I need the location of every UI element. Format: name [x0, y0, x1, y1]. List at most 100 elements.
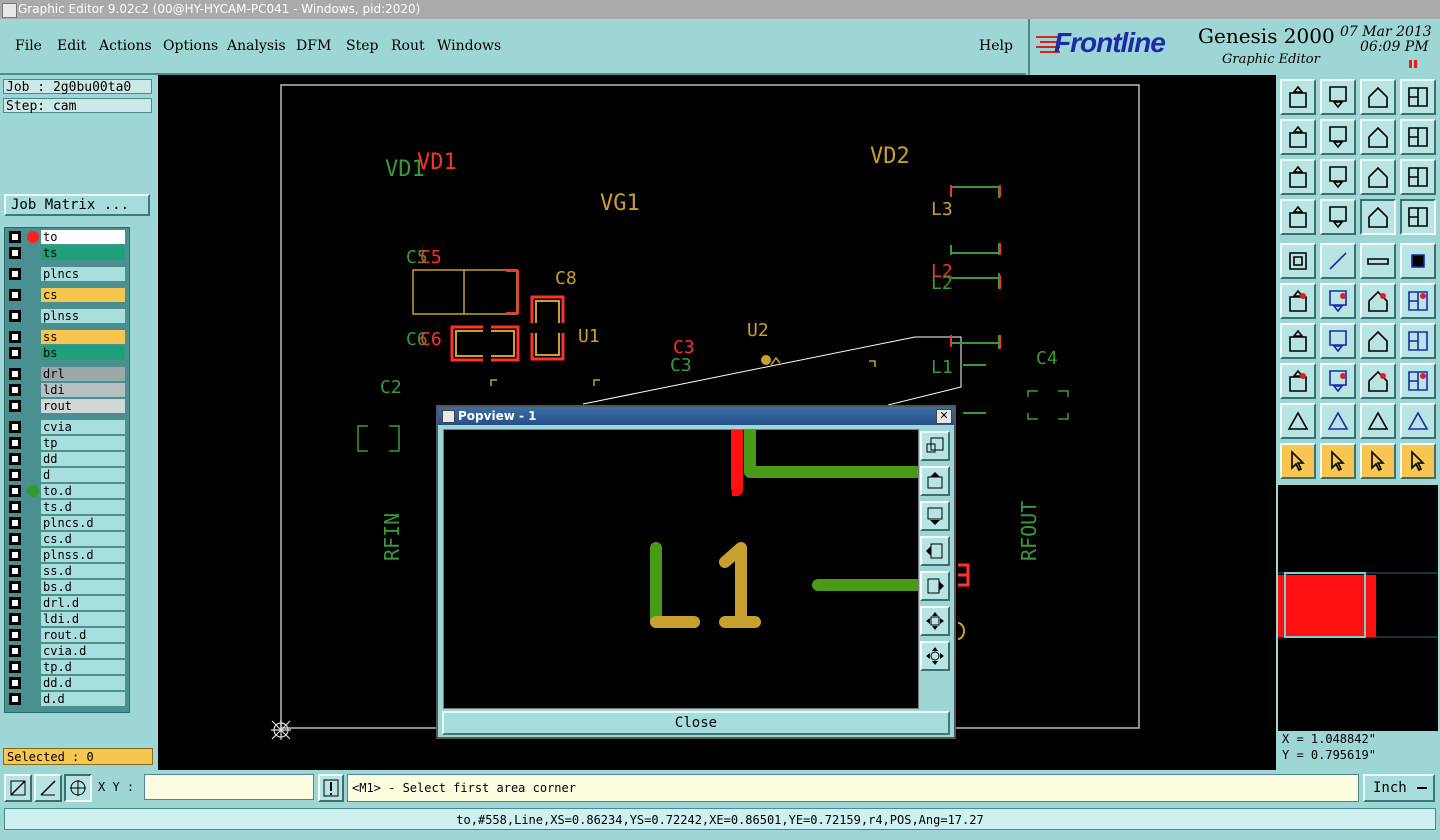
menu-file[interactable]: File: [15, 38, 42, 54]
draw-arc-tool-button[interactable]: [1320, 323, 1356, 359]
layer-checkbox[interactable]: [9, 645, 21, 657]
alert-button[interactable]: [318, 774, 344, 802]
layer-row-dd[interactable]: dd: [7, 452, 125, 466]
layer-row-bs-d[interactable]: bs.d: [7, 580, 125, 594]
layer-name[interactable]: ss.d: [41, 564, 125, 578]
layer-name[interactable]: to: [41, 230, 125, 244]
triangle-tool-button[interactable]: [1280, 403, 1316, 439]
pop-pan-left-button[interactable]: [920, 536, 950, 566]
layer-checkbox[interactable]: [9, 485, 21, 497]
settings-tool-button[interactable]: [1280, 199, 1316, 235]
layer-toggle-alt-tool-button[interactable]: [1400, 199, 1436, 235]
layer-row-ldi-d[interactable]: ldi.d: [7, 612, 125, 626]
layer-row-bs[interactable]: bs: [7, 346, 125, 360]
layer-checkbox[interactable]: [9, 400, 21, 412]
pop-pan-down-button[interactable]: [920, 501, 950, 531]
layer-checkbox[interactable]: [9, 469, 21, 481]
layer-checkbox[interactable]: [9, 347, 21, 359]
measure-tool-button[interactable]: [1360, 363, 1396, 399]
xy-input[interactable]: [144, 774, 314, 800]
layer-row-tp-d[interactable]: tp.d: [7, 660, 125, 674]
menu-windows[interactable]: Windows: [437, 38, 501, 54]
move-tool-button[interactable]: [1360, 283, 1396, 319]
angle-tool-button[interactable]: [1280, 323, 1316, 359]
slice-tool-button[interactable]: [1320, 363, 1356, 399]
layer-checkbox[interactable]: [9, 613, 21, 625]
undo-view-tool-button[interactable]: [1360, 119, 1396, 155]
layer-name[interactable]: ss: [41, 330, 125, 344]
layer-name[interactable]: tp: [41, 436, 125, 450]
layer-checkbox[interactable]: [9, 693, 21, 705]
layer-checkbox[interactable]: [9, 437, 21, 449]
layer-checkbox[interactable]: [9, 331, 21, 343]
menu-rout[interactable]: Rout: [391, 38, 425, 54]
layer-checkbox[interactable]: [9, 368, 21, 380]
pan-down-tool-button[interactable]: [1320, 79, 1356, 115]
layer-row-dd-d[interactable]: dd.d: [7, 676, 125, 690]
layer-row-cvia[interactable]: cvia: [7, 420, 125, 434]
layer-checkbox[interactable]: [9, 268, 21, 280]
layer-row-drl[interactable]: drl: [7, 367, 125, 381]
layer-name[interactable]: cs.d: [41, 532, 125, 546]
zoom-in-tool-button[interactable]: [1280, 159, 1316, 195]
pause-icon[interactable]: [1408, 59, 1418, 69]
help-tool-button[interactable]: [1400, 159, 1436, 195]
layer-name[interactable]: drl.d: [41, 596, 125, 610]
layer-row-cs-d[interactable]: cs.d: [7, 532, 125, 546]
overview-map[interactable]: [1278, 485, 1438, 765]
layer-checkbox[interactable]: [9, 231, 21, 243]
layer-checkbox[interactable]: [9, 565, 21, 577]
pointer-box-tool-button[interactable]: [1320, 443, 1356, 479]
layer-row-tp[interactable]: tp: [7, 436, 125, 450]
layer-row-cs[interactable]: cs: [7, 288, 125, 302]
pad-tool-button[interactable]: [1400, 243, 1436, 279]
layer-name[interactable]: drl: [41, 367, 125, 381]
pop-zoom-fit-button[interactable]: [920, 431, 950, 461]
zoom-fit-tool-button[interactable]: [1320, 159, 1356, 195]
layer-name[interactable]: plnss: [41, 309, 125, 323]
layer-name[interactable]: plnss.d: [41, 548, 125, 562]
layer-name[interactable]: d.d: [41, 692, 125, 706]
triangle-alt-tool-button[interactable]: [1320, 403, 1356, 439]
layer-row-rout-d[interactable]: rout.d: [7, 628, 125, 642]
layer-row-plncs[interactable]: plncs: [7, 267, 125, 281]
popview-canvas[interactable]: L1: [443, 429, 919, 709]
layer-name[interactable]: tp.d: [41, 660, 125, 674]
layer-row-rout[interactable]: rout: [7, 399, 125, 413]
grid-snap-button[interactable]: [64, 774, 92, 802]
layer-row-plnss-d[interactable]: plnss.d: [7, 548, 125, 562]
layer-checkbox[interactable]: [9, 661, 21, 673]
layer-name[interactable]: plncs.d: [41, 516, 125, 530]
job-matrix-button[interactable]: Job Matrix ...: [4, 194, 150, 216]
layer-row-ss[interactable]: ss: [7, 330, 125, 344]
pop-zoom-in-button[interactable]: [920, 606, 950, 636]
menu-step[interactable]: Step: [346, 38, 378, 54]
grid-tool-button[interactable]: [1320, 199, 1356, 235]
layer-name[interactable]: dd.d: [41, 676, 125, 690]
zoom-1to1-tool-button[interactable]: [1360, 159, 1396, 195]
pan-right-tool-button[interactable]: [1320, 119, 1356, 155]
layer-checkbox[interactable]: [9, 533, 21, 545]
triangle-fill-tool-button[interactable]: [1360, 403, 1396, 439]
layer-row-d[interactable]: d: [7, 468, 125, 482]
layer-checkbox[interactable]: [9, 247, 21, 259]
menu-actions[interactable]: Actions: [99, 38, 152, 54]
rotate-tool-button[interactable]: [1360, 323, 1396, 359]
menu-edit[interactable]: Edit: [57, 38, 86, 54]
layer-checkbox[interactable]: [9, 549, 21, 561]
ruler-tool-button[interactable]: [1360, 243, 1396, 279]
redo-view-tool-button[interactable]: [1400, 119, 1436, 155]
pan-left-tool-button[interactable]: [1280, 119, 1316, 155]
layer-checkbox[interactable]: [9, 453, 21, 465]
pointer-box-alt-tool-button[interactable]: [1360, 443, 1396, 479]
layer-row-to-d[interactable]: to.d: [7, 484, 125, 498]
popview-close-button[interactable]: Close: [442, 711, 950, 735]
layer-checkbox[interactable]: [9, 289, 21, 301]
menu-help[interactable]: Help: [979, 38, 1013, 54]
mirror-tool-button[interactable]: [1400, 323, 1436, 359]
layer-row-ldi[interactable]: ldi: [7, 383, 125, 397]
measure-button[interactable]: [34, 774, 62, 802]
view-split-tool-button[interactable]: [1400, 79, 1436, 115]
home-tool-button[interactable]: [1360, 79, 1396, 115]
pop-zoom-out-button[interactable]: [920, 641, 950, 671]
